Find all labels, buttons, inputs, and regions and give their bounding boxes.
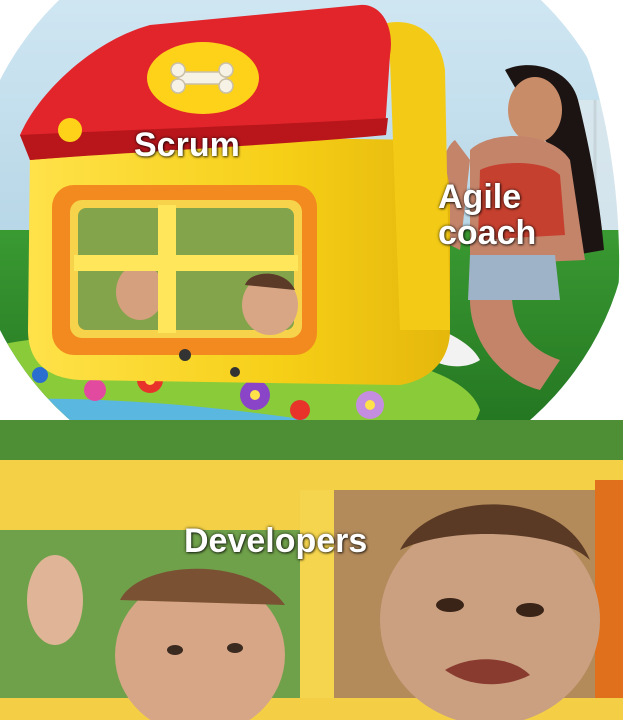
right-baby — [380, 504, 600, 720]
agile-caption-line1: Agile — [438, 178, 522, 216]
developers-closeup-illustration — [0, 420, 623, 720]
developers-caption: Developers — [184, 522, 368, 560]
agile-coach-caption: Agile coach — [438, 178, 537, 252]
agile-caption-line2: coach — [438, 213, 537, 252]
meme-image: Scrum Agile coach Developers — [0, 0, 623, 720]
scrum-caption: Scrum — [134, 126, 240, 164]
developers-closeup-panel — [0, 420, 623, 720]
